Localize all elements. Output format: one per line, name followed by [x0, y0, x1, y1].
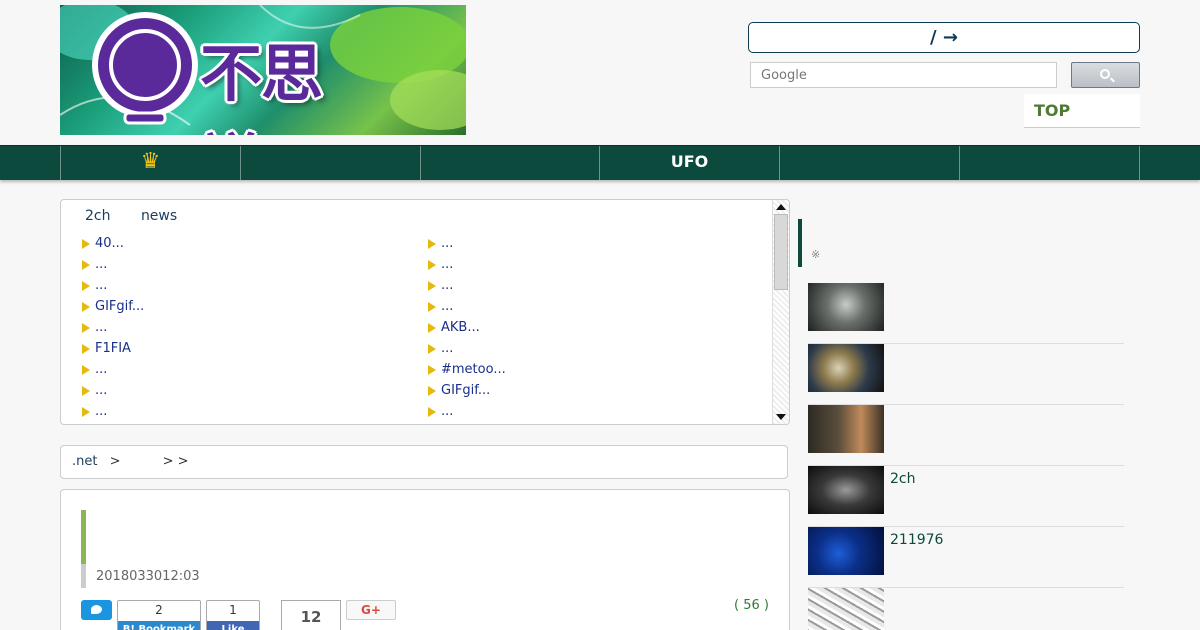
- ranking-item[interactable]: ...: [427, 339, 757, 360]
- tab-news[interactable]: news: [141, 208, 177, 224]
- facebook-label: Like: [207, 621, 259, 630]
- top-link[interactable]: TOP: [1024, 94, 1140, 128]
- hatena-label: B! Bookmark: [118, 621, 200, 630]
- ranking-scrollbar[interactable]: [772, 200, 789, 424]
- ranking-item[interactable]: F1FIA: [81, 339, 411, 360]
- tab-2ch[interactable]: 2ch: [85, 208, 110, 224]
- ranking-tabs: 2ch news: [85, 208, 203, 224]
- logo-text: 不思議.NET: [200, 37, 430, 135]
- sidebar-article[interactable]: [808, 405, 1124, 466]
- article-card: 2018033012:03 2 B! Bookmark 1 Like 12 G+…: [60, 489, 790, 630]
- ranking-item[interactable]: ...: [81, 255, 411, 276]
- breadcrumb-separator: >: [109, 454, 121, 469]
- ranking-item[interactable]: AKB...: [427, 318, 757, 339]
- sidebar-note: ※: [811, 248, 821, 261]
- ranking-item[interactable]: GIFgif...: [427, 381, 757, 402]
- ranking-box: 2ch news 40... ... ... GIFgif... ... F1F…: [60, 199, 790, 425]
- nav-item-6[interactable]: [959, 146, 1140, 180]
- ranking-item[interactable]: ...: [427, 234, 757, 255]
- scroll-down-icon[interactable]: [776, 414, 786, 420]
- search-input[interactable]: [751, 63, 1056, 87]
- ranking-item[interactable]: ...: [427, 297, 757, 318]
- article-thumbnail[interactable]: [808, 344, 884, 392]
- share-count-box[interactable]: 12: [281, 600, 341, 630]
- article-thumbnail[interactable]: [808, 405, 884, 453]
- sidebar-article[interactable]: [808, 344, 1124, 405]
- nav-item-5[interactable]: [779, 146, 959, 180]
- ranking-item[interactable]: ...: [81, 402, 411, 423]
- ranking-item[interactable]: ...: [81, 381, 411, 402]
- sidebar-heading-accent: [798, 219, 802, 267]
- title-accent-bar: [81, 510, 86, 588]
- nav-item-ufo[interactable]: UFO: [599, 146, 779, 180]
- ranking-item[interactable]: ...: [427, 276, 757, 297]
- ranking-item[interactable]: #metoo...: [427, 360, 757, 381]
- crown-icon: ♛: [140, 149, 161, 174]
- ranking-item[interactable]: ...: [81, 360, 411, 381]
- nav-item-2[interactable]: [240, 146, 420, 180]
- ranking-item[interactable]: 40...: [81, 234, 411, 255]
- ranking-item[interactable]: GIFgif...: [81, 297, 411, 318]
- ranking-item[interactable]: ...: [427, 255, 757, 276]
- nav-divider-end: [1139, 146, 1200, 180]
- breadcrumb-home[interactable]: .net: [72, 454, 97, 469]
- facebook-count: 1: [229, 603, 237, 617]
- ranking-item[interactable]: ...: [81, 276, 411, 297]
- article-thumbnail[interactable]: [808, 466, 884, 514]
- random-article-button[interactable]: / →: [748, 22, 1140, 53]
- twitter-share-button[interactable]: [81, 600, 112, 620]
- ranking-list-left: 40... ... ... GIFgif... ... F1FIA ... ..…: [81, 234, 411, 423]
- search-icon: [1100, 69, 1110, 79]
- breadcrumb: .net > > >: [60, 445, 788, 479]
- article-thumbnail[interactable]: [808, 527, 884, 575]
- site-logo[interactable]: 不思議.NET: [60, 5, 466, 135]
- post-date: 2018033012:03: [96, 569, 200, 584]
- search-field[interactable]: [750, 62, 1057, 88]
- site-header: 不思議.NET / → TOP: [0, 0, 1200, 145]
- ranking-item[interactable]: ...: [81, 318, 411, 339]
- search-button[interactable]: [1071, 62, 1140, 88]
- scroll-up-icon[interactable]: [776, 204, 786, 210]
- nav-item-ranking[interactable]: ♛: [60, 146, 240, 180]
- scroll-thumb[interactable]: [774, 214, 788, 290]
- sidebar-article[interactable]: [808, 588, 1124, 630]
- nav-item-3[interactable]: [420, 146, 600, 180]
- ranking-list-right: ... ... ... ... AKB... ... #metoo... GIF…: [427, 234, 757, 423]
- ranking-item[interactable]: ...: [427, 402, 757, 423]
- hatena-count: 2: [155, 603, 163, 617]
- breadcrumb-separator: > >: [162, 454, 189, 469]
- article-thumbnail[interactable]: [808, 283, 884, 331]
- sidebar-article[interactable]: [808, 283, 1124, 344]
- sidebar-article[interactable]: 211976: [808, 527, 1124, 588]
- main-nav: ♛ UFO: [0, 145, 1200, 180]
- google-plus-button[interactable]: G+: [346, 600, 396, 620]
- facebook-like-button[interactable]: 1 Like: [206, 600, 260, 630]
- hatena-bookmark-button[interactable]: 2 B! Bookmark: [117, 600, 201, 630]
- comment-count-link[interactable]: ( 56 ): [734, 598, 769, 613]
- article-thumbnail[interactable]: [808, 588, 884, 630]
- sidebar-article[interactable]: 2ch: [808, 466, 1124, 527]
